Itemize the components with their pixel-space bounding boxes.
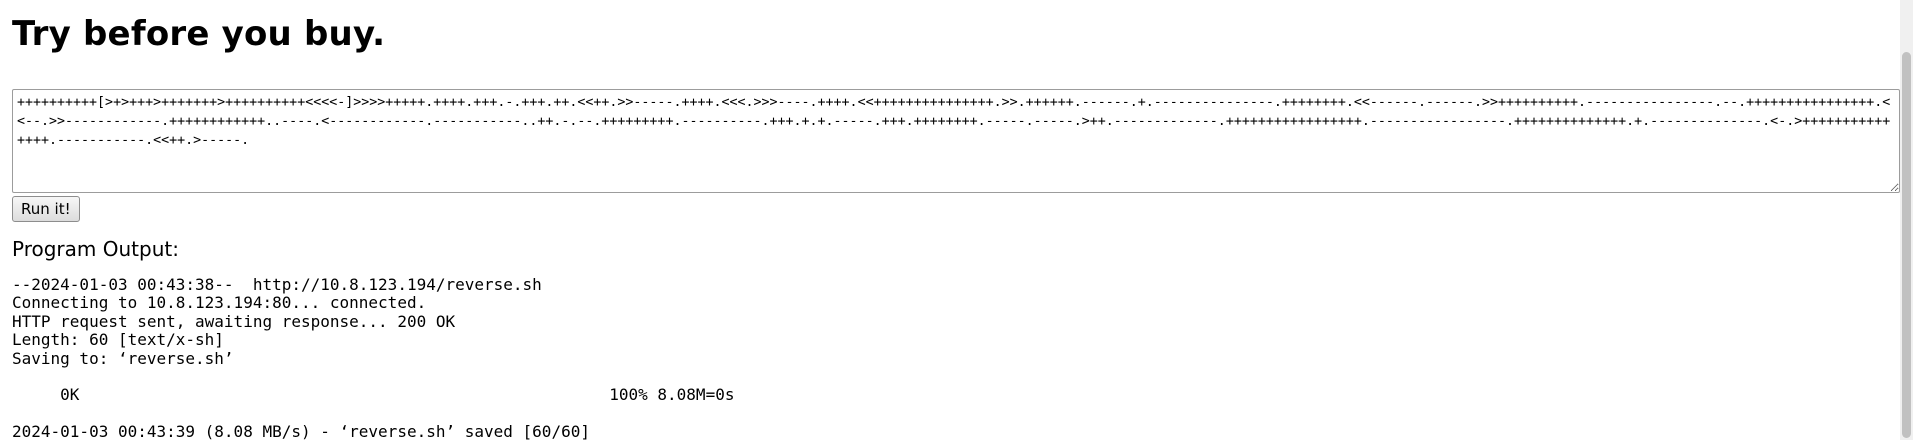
page-title: Try before you buy. xyxy=(12,14,386,54)
output-heading: Program Output: xyxy=(12,237,179,261)
program-output: --2024-01-03 00:43:38-- http://10.8.123.… xyxy=(12,275,735,440)
run-button[interactable]: Run it! xyxy=(12,196,80,222)
vertical-scrollbar[interactable] xyxy=(1900,0,1913,440)
scrollbar-thumb[interactable] xyxy=(1902,52,1911,438)
page-content: Try before you buy. ++++++++++[>+>+++>++… xyxy=(12,0,1900,440)
code-input[interactable]: ++++++++++[>+>+++>+++++++>++++++++++<<<<… xyxy=(12,89,1900,193)
